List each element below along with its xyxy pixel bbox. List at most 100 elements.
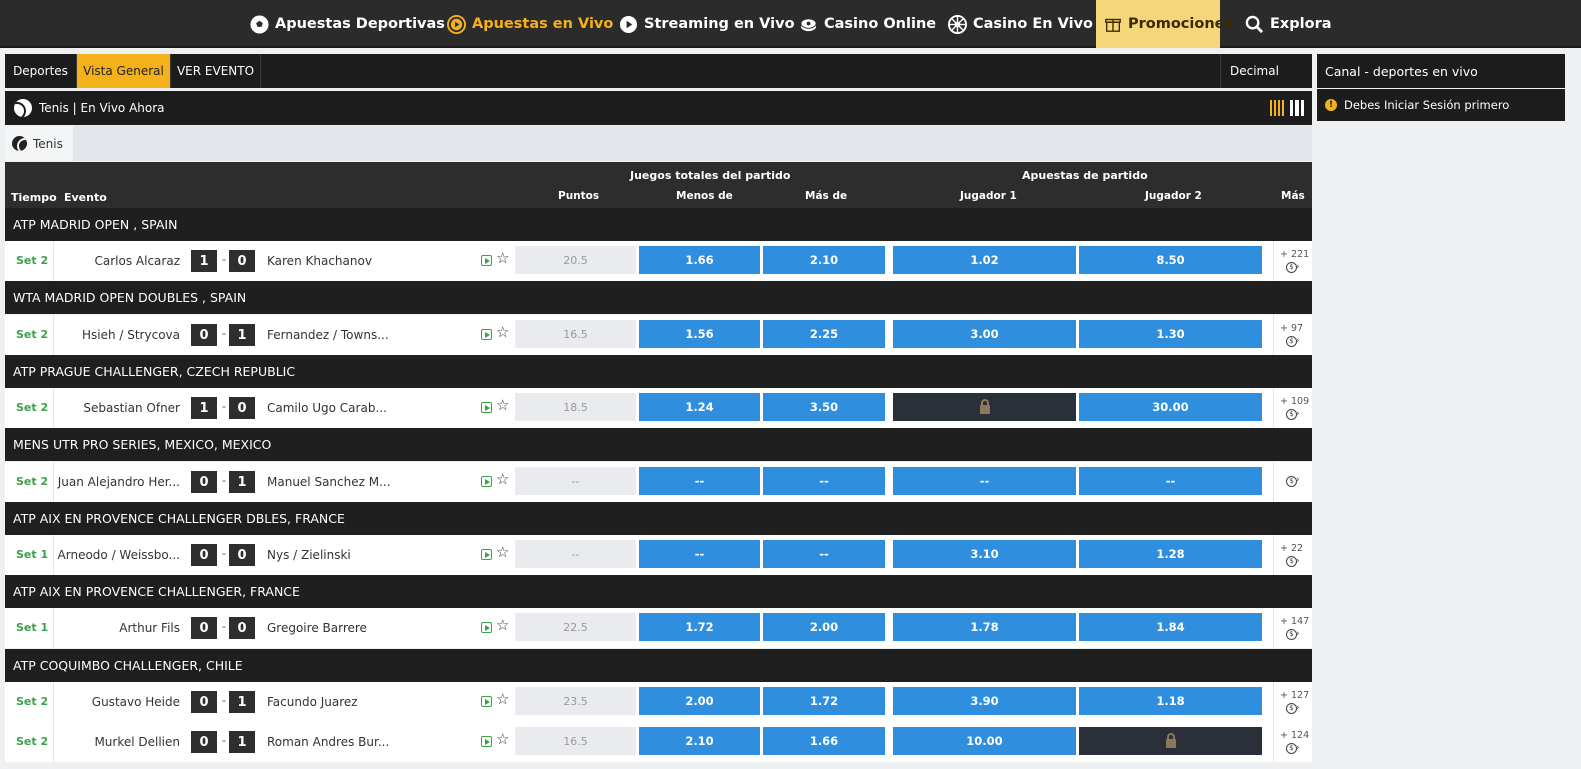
odds-player2-button[interactable]: --	[1079, 467, 1262, 495]
odds-over-button[interactable]: 2.25	[763, 320, 885, 348]
nav-apuestas-en-vivo[interactable]: Apuestas en Vivo	[446, 0, 613, 48]
player1-name[interactable]: Sebastian Ofner	[83, 401, 180, 415]
odds-under-button[interactable]: 2.10	[639, 727, 760, 755]
player2-name[interactable]: Gregoire Barrere	[267, 621, 367, 635]
player1-name[interactable]: Hsieh / Strycova	[82, 328, 180, 342]
league-header[interactable]: ATP MADRID OPEN , SPAIN	[5, 208, 1312, 241]
live-stream-icon[interactable]	[481, 736, 492, 747]
match-row[interactable]: Set 1 Arneodo / Weissbo... 0 - 0 Nys / Z…	[5, 535, 1312, 575]
nav-promociones[interactable]: Promociones	[1096, 0, 1233, 48]
nav-casino-en-vivo[interactable]: Casino En Vivo	[947, 0, 1093, 48]
live-stream-icon[interactable]	[481, 696, 492, 707]
tab-ver-evento[interactable]: VER EVENTO	[171, 54, 261, 88]
nav-streaming-en-vivo[interactable]: Streaming en Vivo	[618, 0, 795, 48]
player2-name[interactable]: Manuel Sanchez M...	[267, 475, 391, 489]
live-stream-icon[interactable]	[481, 622, 492, 633]
odds-over-button[interactable]: 2.00	[763, 613, 885, 641]
odds-player2-button[interactable]: 8.50	[1079, 246, 1262, 274]
odds-player2-button[interactable]: 1.30	[1079, 320, 1262, 348]
odds-over-button[interactable]: 2.10	[763, 246, 885, 274]
live-stream-icon[interactable]	[481, 549, 492, 560]
favorite-star-icon[interactable]: ☆	[496, 472, 509, 487]
odds-under-button[interactable]: 1.24	[639, 393, 760, 421]
tab-deportes[interactable]: Deportes	[5, 54, 77, 88]
player2-name[interactable]: Karen Khachanov	[267, 254, 372, 268]
more-markets-button[interactable]: + 221 $ ›	[1273, 241, 1312, 281]
odds-player2-button[interactable]: 1.18	[1079, 687, 1262, 715]
odds-player1-button[interactable]: 3.90	[893, 687, 1076, 715]
odds-player2-button[interactable]: 30.00	[1079, 393, 1262, 421]
odds-player1-button[interactable]: --	[893, 467, 1076, 495]
odds-under-button[interactable]: 1.72	[639, 613, 760, 641]
league-header[interactable]: ATP PRAGUE CHALLENGER, CZECH REPUBLIC	[5, 355, 1312, 388]
expanded-view-icon[interactable]	[1290, 100, 1304, 116]
player1-name[interactable]: Carlos Alcaraz	[95, 254, 181, 268]
odds-under-button[interactable]: 1.56	[639, 320, 760, 348]
odds-over-button[interactable]: 1.66	[763, 727, 885, 755]
odds-player1-button[interactable]: 3.10	[893, 540, 1076, 568]
favorite-star-icon[interactable]: ☆	[496, 732, 509, 747]
compact-view-icon[interactable]	[1270, 100, 1284, 116]
player2-name[interactable]: Facundo Juarez	[267, 695, 358, 709]
player1-name[interactable]: Arthur Fils	[119, 621, 180, 635]
odds-player1-button[interactable]: 10.00	[893, 727, 1076, 755]
player1-name[interactable]: Gustavo Heide	[92, 695, 180, 709]
favorite-star-icon[interactable]: ☆	[496, 618, 509, 633]
player1-name[interactable]: Juan Alejandro Her...	[58, 475, 180, 489]
more-markets-button[interactable]: + 97 $ ›	[1273, 315, 1312, 355]
odds-under-button[interactable]: 2.00	[639, 687, 760, 715]
odds-over-button[interactable]: --	[763, 540, 885, 568]
more-markets-button[interactable]: + 109 $ ›	[1273, 388, 1312, 428]
more-markets-button[interactable]: + 127 $ ›	[1273, 682, 1312, 722]
match-row[interactable]: Set 2 Hsieh / Strycova 0 - 1 Fernandez /…	[5, 315, 1312, 355]
odds-under-button[interactable]: 1.66	[639, 246, 760, 274]
player2-name[interactable]: Fernandez / Towns...	[267, 328, 389, 342]
odds-player1-button[interactable]: 3.00	[893, 320, 1076, 348]
match-row[interactable]: Set 2 Gustavo Heide 0 - 1 Facundo Juarez…	[5, 682, 1312, 722]
match-row[interactable]: Set 1 Arthur Fils 0 - 0 Gregoire Barrere…	[5, 608, 1312, 648]
live-stream-icon[interactable]	[481, 329, 492, 340]
league-header[interactable]: MENS UTR PRO SERIES, MEXICO, MEXICO	[5, 428, 1312, 461]
league-header[interactable]: ATP COQUIMBO CHALLENGER, CHILE	[5, 649, 1312, 682]
odds-player2-button[interactable]: 1.84	[1079, 613, 1262, 641]
odds-over-button[interactable]: 3.50	[763, 393, 885, 421]
odds-over-button[interactable]: 1.72	[763, 687, 885, 715]
more-markets-button[interactable]: + 124 $ ›	[1273, 722, 1312, 762]
score-separator: -	[222, 474, 226, 487]
odds-under-button[interactable]: --	[639, 467, 760, 495]
odds-player1-button[interactable]: 1.78	[893, 613, 1076, 641]
league-header[interactable]: WTA MADRID OPEN DOUBLES , SPAIN	[5, 281, 1312, 314]
more-markets-button[interactable]: $ ›	[1273, 462, 1312, 502]
tab-vista-general[interactable]: Vista General	[77, 54, 171, 88]
subtab-tenis[interactable]: Tenis	[5, 126, 73, 161]
favorite-star-icon[interactable]: ☆	[496, 398, 509, 413]
favorite-star-icon[interactable]: ☆	[496, 692, 509, 707]
odds-over-button[interactable]: --	[763, 467, 885, 495]
league-header[interactable]: ATP AIX EN PROVENCE CHALLENGER DBLES, FR…	[5, 502, 1312, 535]
odds-player1-button[interactable]: 1.02	[893, 246, 1076, 274]
player2-name[interactable]: Nys / Zielinski	[267, 548, 351, 562]
nav-apuestas-deportivas[interactable]: Apuestas Deportivas	[249, 0, 445, 48]
live-stream-icon[interactable]	[481, 255, 492, 266]
match-row[interactable]: Set 2 Juan Alejandro Her... 0 - 1 Manuel…	[5, 462, 1312, 502]
match-row[interactable]: Set 2 Murkel Dellien 0 - 1 Roman Andres …	[5, 722, 1312, 762]
match-row[interactable]: Set 2 Carlos Alcaraz 1 - 0 Karen Khachan…	[5, 241, 1312, 281]
more-markets-button[interactable]: + 147 $ ›	[1273, 608, 1312, 648]
favorite-star-icon[interactable]: ☆	[496, 545, 509, 560]
player2-name[interactable]: Roman Andres Bur...	[267, 735, 389, 749]
more-markets-button[interactable]: + 22 $ ›	[1273, 535, 1312, 575]
favorite-star-icon[interactable]: ☆	[496, 325, 509, 340]
odds-format-select[interactable]: Decimal	[1220, 54, 1312, 88]
league-header[interactable]: ATP AIX EN PROVENCE CHALLENGER, FRANCE	[5, 575, 1312, 608]
live-stream-icon[interactable]	[481, 476, 492, 487]
odds-under-button[interactable]: --	[639, 540, 760, 568]
player2-name[interactable]: Camilo Ugo Carab...	[267, 401, 387, 415]
favorite-star-icon[interactable]: ☆	[496, 251, 509, 266]
nav-casino-online[interactable]: Casino Online	[798, 0, 936, 48]
match-row[interactable]: Set 2 Sebastian Ofner 1 - 0 Camilo Ugo C…	[5, 388, 1312, 428]
player1-name[interactable]: Arneodo / Weissbo...	[58, 548, 180, 562]
nav-explora[interactable]: Explora	[1244, 0, 1332, 48]
live-stream-icon[interactable]	[481, 402, 492, 413]
player1-name[interactable]: Murkel Dellien	[94, 735, 180, 749]
odds-player2-button[interactable]: 1.28	[1079, 540, 1262, 568]
